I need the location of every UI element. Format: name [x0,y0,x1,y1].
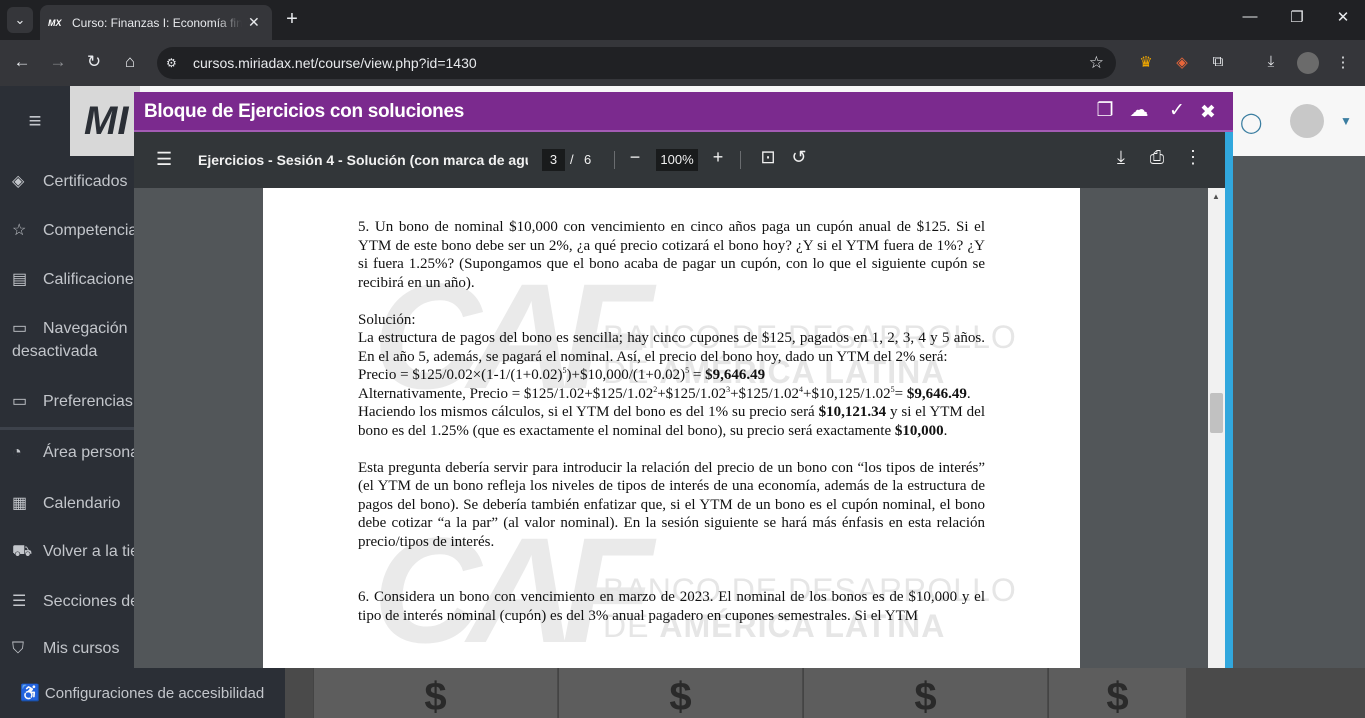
print-icon[interactable]: ⎙ [1146,147,1168,168]
sidebar-item-calendario[interactable]: ▦ Calendario [12,493,120,513]
crown-extension-icon[interactable]: ♛ [1136,53,1156,71]
gradebook-icon: ▤ [12,271,28,288]
page-separator: / [570,152,574,167]
reload-icon[interactable]: ↻ [83,52,105,72]
sidebar-item-area-personal[interactable]: ◔ Área personal [12,444,134,462]
pdf-download-icon[interactable]: ⤓ [1110,147,1132,168]
sidebar-item-competencias[interactable]: ☆Competencias [12,220,134,240]
site-info-icon[interactable]: ⚙ [166,56,184,70]
drawer-toggle-icon[interactable]: ≡ [0,86,70,156]
sidebar-item-volver-tienda[interactable]: ⛟Volver a la tienda [12,542,134,562]
site-logo[interactable]: MI [70,86,140,156]
download-icon[interactable]: ⤓ [1261,53,1281,70]
forward-icon[interactable]: → [47,52,69,72]
user-menu-caret-icon[interactable]: ▼ [1340,114,1352,128]
page-number-input[interactable]: 3 [542,149,565,171]
extension-icon[interactable]: ◈ [1172,53,1192,71]
address-bar[interactable]: ⚙ cursos.miriadax.net/course/view.php?id… [157,47,1116,79]
pdf-more-icon[interactable]: ⋮ [1182,147,1204,168]
check-circle-icon[interactable]: ✓ [1164,99,1190,122]
nav-drawer: ◈Certificados ☆Competencias ▤Calificacio… [0,156,134,668]
course-card[interactable]: $ [558,668,802,718]
pdf-toolbar: ☰ Ejercicios - Sesión 4 - Solución (con … [134,132,1225,188]
price-formula: Precio = $125/0.02×(1-1/(1+0.02)5)+$10,0… [358,366,766,384]
pdf-document-title: Ejercicios - Sesión 4 - Solución (con ma… [198,152,528,168]
folder-icon: ▭ [12,320,28,337]
tab-close-icon[interactable]: ✕ [248,14,260,31]
scrollbar-thumb[interactable] [1210,393,1223,433]
active-tab[interactable]: MX Curso: Finanzas I: Economía financier… [40,5,272,40]
user-avatar[interactable] [1290,104,1324,138]
browser-toolbar: ← → ↻ ⌂ ⚙ cursos.miriadax.net/course/vie… [0,40,1365,86]
cart-icon: ⛟ [12,543,33,560]
zoom-input[interactable]: 100% [656,149,698,171]
sidebar-item-calificaciones[interactable]: ▤ Calificaciones [12,269,134,289]
courses-icon: ⛉ [12,640,25,657]
course-card[interactable]: $ [1048,668,1186,718]
calendar-icon: ▦ [12,495,28,512]
solution-label: Solución: [358,311,416,328]
solution-intro: La estructura de pagos del bono es senci… [358,330,985,365]
sidebar-item-preferencias[interactable]: ▭ Preferencias [12,391,133,411]
cloud-download-icon[interactable]: ☁ [1126,99,1152,122]
bookmark-star-icon[interactable]: ☆ [1089,53,1104,73]
tab-strip: ⌄ MX Curso: Finanzas I: Economía financi… [0,0,1365,40]
question-5: 5. Un bono de nominal $10,000 con vencim… [358,219,985,291]
list-icon: ☰ [12,593,27,610]
site-favicon: MX [48,17,62,28]
folder-icon: ▭ [12,393,28,410]
copy-icon[interactable]: ❐ [1092,99,1118,122]
dashboard-icon: ◔ [12,444,22,461]
modal-close-icon[interactable]: ✖ [1195,101,1221,124]
sidebar-item-certificados[interactable]: ◈ Certificados [12,171,127,191]
minimize-icon[interactable]: — [1240,8,1260,25]
pdf-sidebar-menu-icon[interactable]: ☰ [156,149,172,170]
star-icon: ☆ [12,222,27,239]
toolbar-divider [740,151,741,169]
fit-page-icon[interactable]: ⊡ [757,147,779,168]
browser-menu-icon[interactable]: ⋮ [1333,53,1353,71]
accessibility-settings-link[interactable]: ♿ Configuraciones de accesibilidad [0,668,285,718]
sidebar-item-secciones[interactable]: ☰Secciones del curso [12,591,134,611]
certificate-icon: ◈ [12,173,25,190]
pdf-viewport[interactable]: CAF BANCO DE DESARROLLO DE AMÉRICA LATIN… [134,188,1208,668]
home-icon[interactable]: ⌂ [119,52,141,72]
same-calculations: Haciendo los mismos cálculos, si el YTM … [358,404,985,439]
extensions-puzzle-icon[interactable]: ⧉ [1208,53,1228,70]
modal-header: Bloque de Ejercicios con soluciones ❐ ☁ … [134,92,1233,132]
window-close-icon[interactable]: ✕ [1333,8,1353,26]
modal-border [1225,132,1233,668]
sidebar-item-mis-cursos[interactable]: ⛉ Mis cursos [12,640,119,658]
question-6: 6. Considera un bono con vencimiento en … [358,589,985,624]
pdf-text: 5. Un bono de nominal $10,000 con vencim… [358,218,985,625]
toolbar-divider [614,151,615,169]
sidebar-item-navegacion[interactable]: ▭ Navegación [12,318,128,338]
course-card[interactable]: $ [803,668,1047,718]
page-total: 6 [584,152,592,167]
course-card[interactable]: $ [313,668,557,718]
tab-title: Curso: Finanzas I: Economía financiera [72,15,242,30]
discussion-paragraph: Esta pregunta debería servir para introd… [358,459,985,550]
tab-search-button[interactable]: ⌄ [7,7,33,33]
modal-title: Bloque de Ejercicios con soluciones [144,101,464,122]
rotate-icon[interactable]: ↺ [788,147,810,168]
accessibility-icon: ♿ [20,685,40,702]
messages-icon[interactable]: ◯ [1240,110,1262,135]
back-icon[interactable]: ← [11,52,33,72]
scroll-up-arrow-icon[interactable]: ▲ [1212,192,1220,201]
sidebar-item-navegacion-line2[interactable]: desactivada [12,343,97,361]
zoom-in-icon[interactable]: + [707,147,729,168]
pdf-page: CAF BANCO DE DESARROLLO DE AMÉRICA LATIN… [263,188,1080,668]
sidebar-divider [0,427,134,430]
new-tab-button[interactable]: + [282,8,302,31]
profile-avatar-icon[interactable] [1297,52,1319,74]
url-text[interactable]: cursos.miriadax.net/course/view.php?id=1… [193,55,477,71]
restore-icon[interactable]: ❐ [1287,8,1307,26]
alt-formula: Alternativamente, Precio = $125/1.02+$12… [358,384,971,402]
zoom-out-icon[interactable]: − [624,147,646,168]
